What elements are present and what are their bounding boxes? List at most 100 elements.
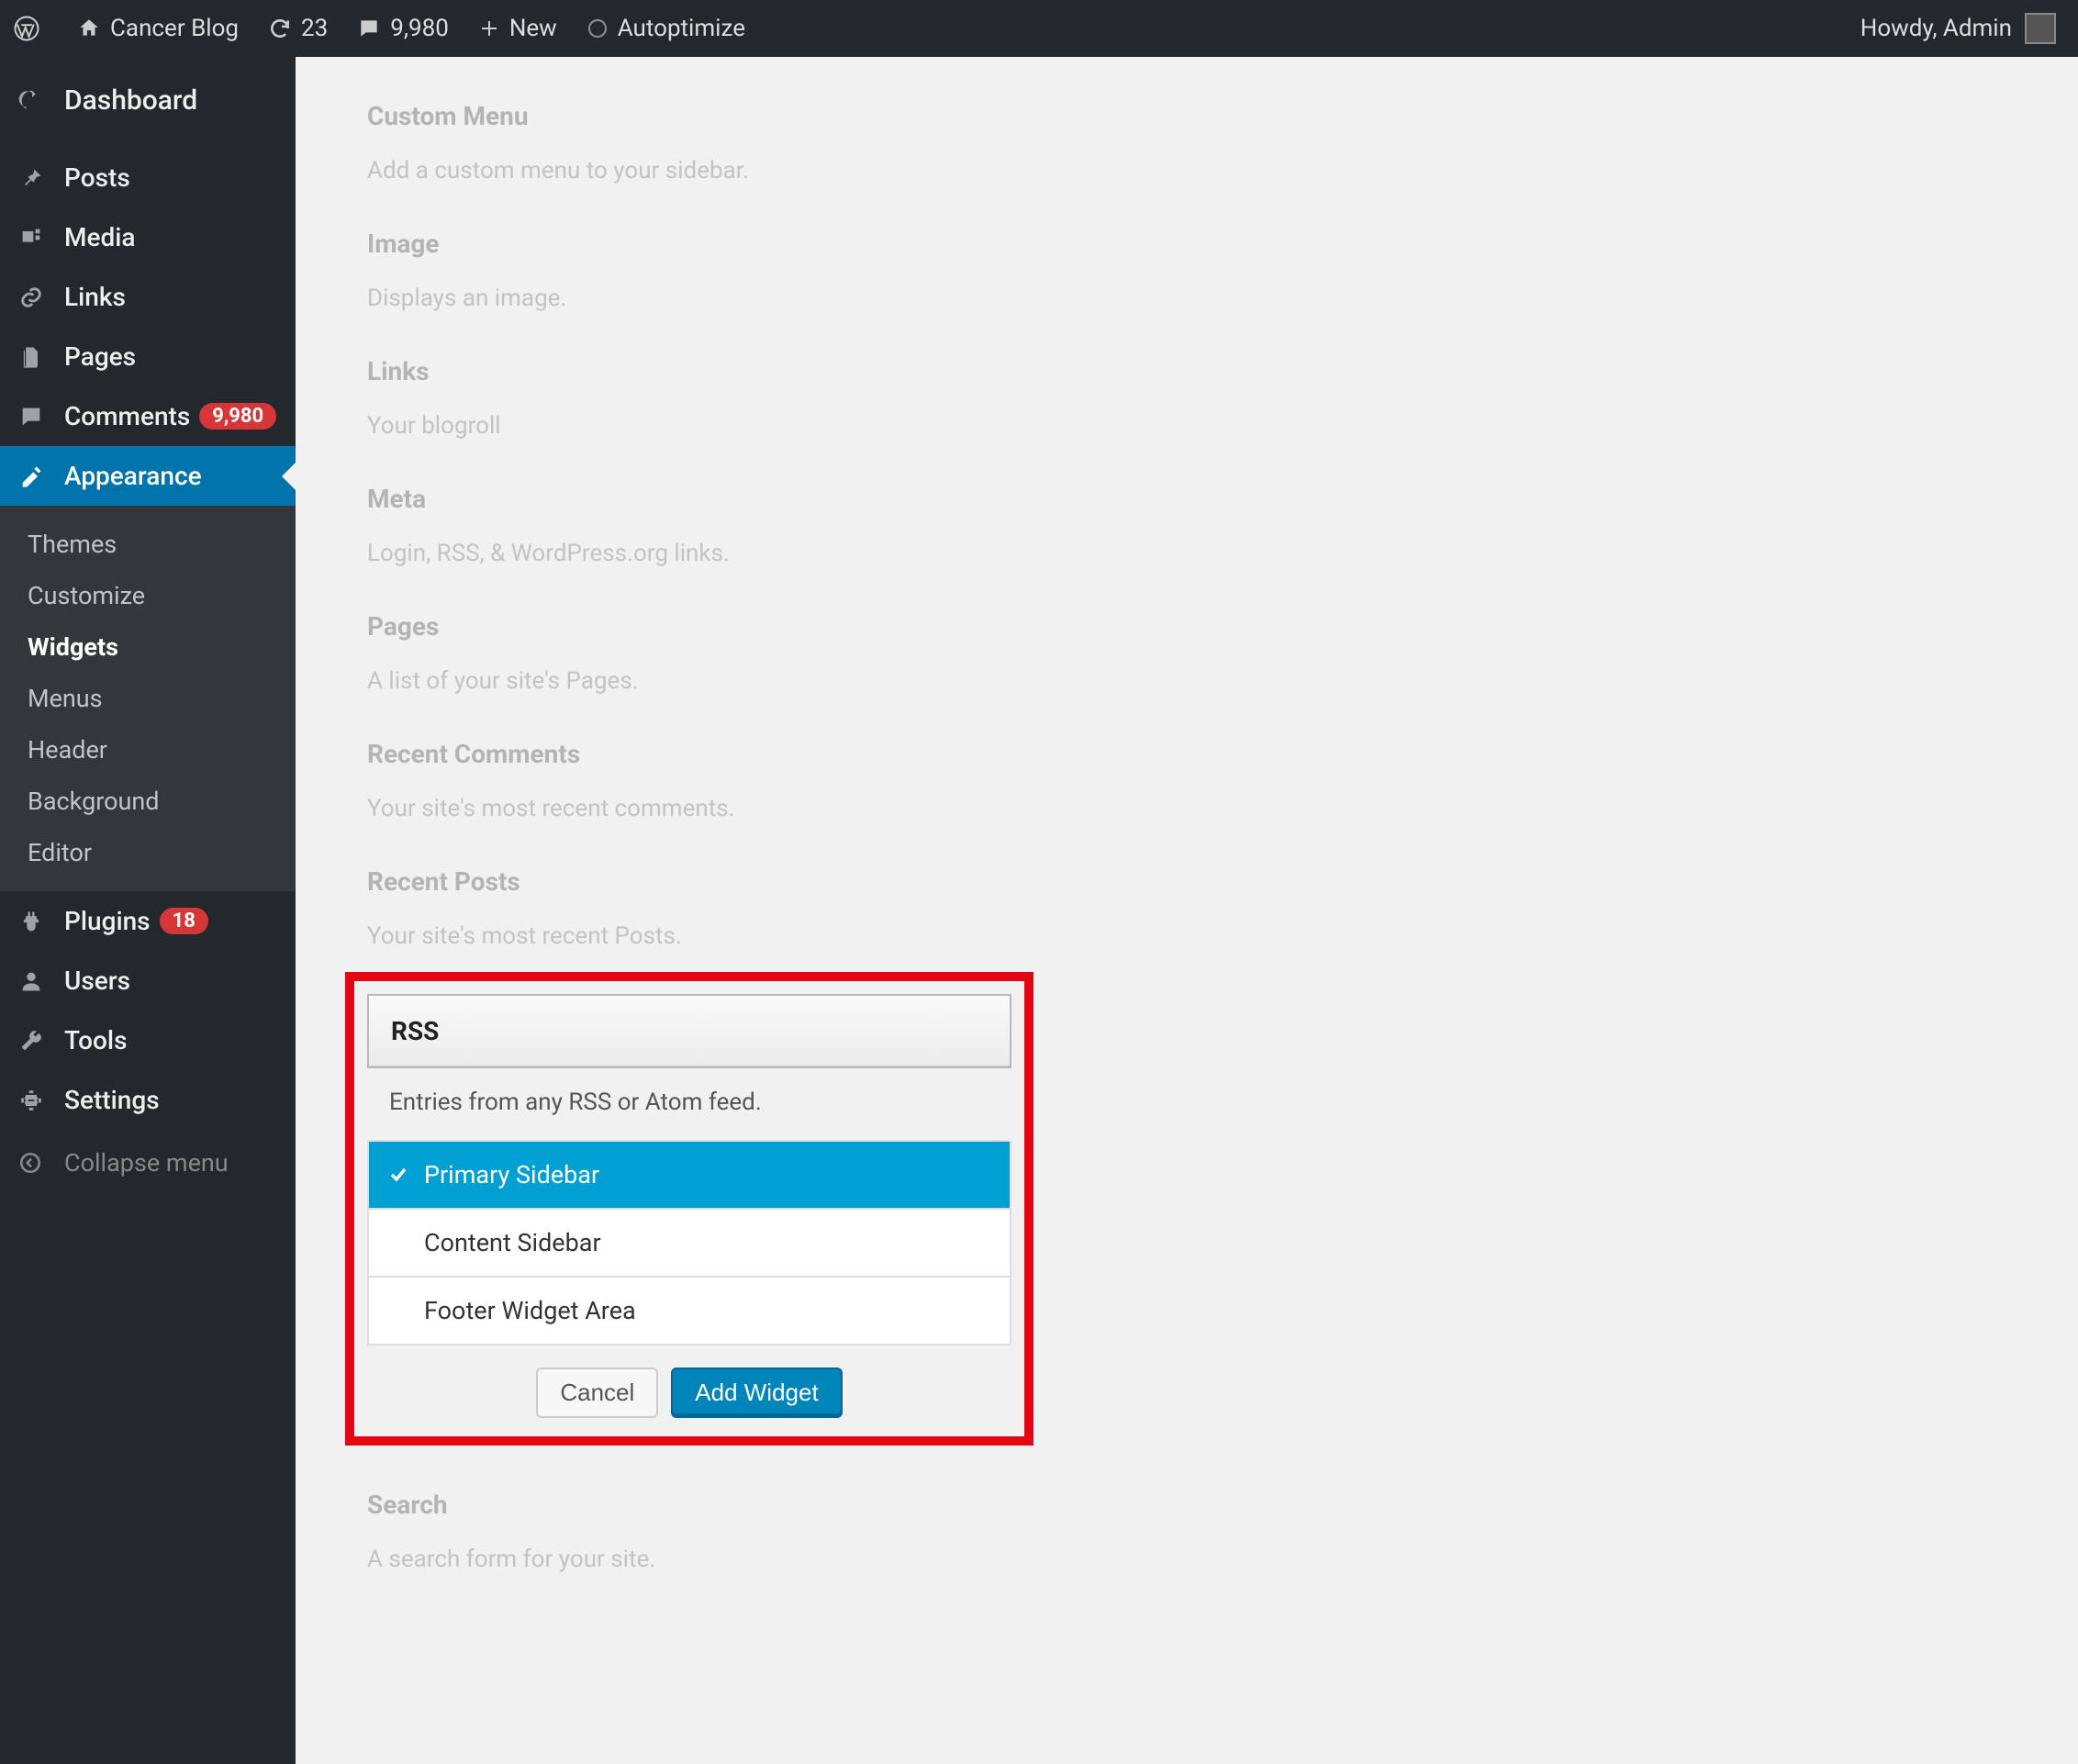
pages-icon (18, 344, 55, 370)
menu-label: Links (64, 282, 126, 312)
menu-label: Settings (64, 1085, 160, 1115)
menu-label: Dashboard (64, 84, 197, 117)
widget-title: Pages (367, 611, 2006, 642)
widget-title: Links (367, 356, 2006, 386)
available-widget[interactable]: SearchA search form for your site. (367, 1490, 2006, 1573)
comments-count: 9,980 (390, 15, 449, 42)
collapse-icon (18, 1151, 55, 1175)
menu-media[interactable]: Media (0, 207, 296, 267)
available-widget[interactable]: LinksYour blogroll (367, 356, 2006, 440)
updates-menu[interactable]: 23 (253, 0, 342, 57)
available-widget[interactable]: Custom Menu Add a custom menu to your sid… (367, 101, 2006, 184)
menu-label: Posts (64, 162, 130, 193)
widget-description: Your site's most recent Posts. (367, 922, 2006, 950)
menu-dashboard[interactable]: Dashboard (0, 57, 296, 148)
comment-icon (18, 404, 55, 430)
menu-tools[interactable]: Tools (0, 1010, 296, 1070)
site-name-menu[interactable]: Cancer Blog (62, 0, 253, 57)
widget-description: Login, RSS, & WordPress.org links. (367, 540, 2006, 567)
widget-rss-chooser: RSS Entries from any RSS or Atom feed. P… (345, 972, 1033, 1446)
menu-label: Appearance (64, 461, 202, 491)
available-widget[interactable]: Image Displays an image. (367, 229, 2006, 312)
submenu-customize[interactable]: Customize (0, 570, 296, 621)
widget-description: A search form for your site. (367, 1546, 2006, 1573)
comments-badge: 9,980 (199, 403, 276, 430)
menu-label: Pages (64, 341, 136, 372)
menu-pages[interactable]: Pages (0, 327, 296, 386)
widget-rss-actions: Cancel Add Widget (367, 1345, 1011, 1423)
submenu-menus[interactable]: Menus (0, 673, 296, 724)
menu-appearance[interactable]: Appearance (0, 446, 296, 506)
admin-toolbar-right: Howdy, Admin (1846, 0, 2071, 57)
submenu-background[interactable]: Background (0, 776, 296, 827)
available-widget[interactable]: Pages A list of your site's Pages. (367, 611, 2006, 695)
submenu-header[interactable]: Header (0, 724, 296, 776)
check-icon (387, 1164, 409, 1186)
autoptimize-menu[interactable]: Autoptimize (572, 0, 760, 57)
widget-description: Displays an image. (367, 285, 2006, 312)
new-content-label: New (509, 15, 557, 42)
available-widget[interactable]: Meta Login, RSS, & WordPress.org links. (367, 484, 2006, 567)
menu-links[interactable]: Links (0, 267, 296, 327)
menu-settings[interactable]: Settings (0, 1070, 296, 1130)
my-account-menu[interactable]: Howdy, Admin (1846, 0, 2071, 57)
sidebar-option-label: Content Sidebar (424, 1228, 601, 1257)
collapse-label: Collapse menu (64, 1148, 229, 1178)
pushpin-icon (18, 165, 55, 191)
widget-title: Meta (367, 484, 2006, 514)
sidebar-option[interactable]: Content Sidebar (369, 1208, 1010, 1276)
menu-users[interactable]: Users (0, 951, 296, 1010)
available-widget[interactable]: Recent Posts Your site's most recent Post… (367, 866, 2006, 950)
appearance-icon (18, 463, 55, 489)
add-widget-button[interactable]: Add Widget (671, 1368, 842, 1418)
autoptimize-icon (587, 17, 609, 39)
widget-rss-header[interactable]: RSS (367, 994, 1011, 1068)
greeting-label: Howdy, Admin (1860, 15, 2012, 42)
comment-icon (357, 17, 381, 40)
submenu-editor[interactable]: Editor (0, 827, 296, 878)
menu-posts[interactable]: Posts (0, 148, 296, 207)
available-widgets-list-after: SearchA search form for your site. (367, 1490, 2006, 1573)
menu-comments[interactable]: Comments 9,980 (0, 386, 296, 446)
admin-toolbar-left: Cancer Blog 23 9,980 New Autoptimize (0, 0, 760, 57)
avatar (2025, 13, 2056, 44)
sidebar-option[interactable]: Primary Sidebar (369, 1142, 1010, 1208)
appearance-submenu: Themes Customize Widgets Menus Header Ba… (0, 506, 296, 891)
widget-title: Image (367, 229, 2006, 259)
submenu-widgets[interactable]: Widgets (0, 621, 296, 673)
media-icon (18, 225, 55, 251)
collapse-menu[interactable]: Collapse menu (0, 1130, 296, 1196)
widget-rss-title: RSS (391, 1016, 439, 1046)
wp-logo-menu[interactable] (0, 0, 62, 57)
new-content-menu[interactable]: New (464, 0, 572, 57)
cancel-button[interactable]: Cancel (536, 1368, 658, 1418)
sidebar-option[interactable]: Footer Widget Area (369, 1276, 1010, 1344)
plugins-icon (18, 909, 55, 934)
home-icon (77, 17, 101, 40)
submenu-themes[interactable]: Themes (0, 519, 296, 570)
admin-sidebar: Dashboard Posts Media Links Pages Commen… (0, 57, 296, 1764)
link-icon (18, 285, 55, 310)
widgets-content: Custom Menu Add a custom menu to your sid… (296, 57, 2078, 1764)
settings-icon (18, 1088, 55, 1113)
sidebar-option-label: Primary Sidebar (424, 1160, 599, 1189)
menu-label: Plugins (64, 906, 151, 936)
menu-label: Media (64, 222, 136, 252)
updates-icon (268, 17, 292, 40)
menu-label: Comments (64, 401, 190, 431)
widget-title: Recent Comments (367, 739, 2006, 769)
site-name-label: Cancer Blog (110, 15, 239, 42)
wordpress-logo-icon (13, 15, 40, 42)
menu-plugins[interactable]: Plugins 18 (0, 891, 296, 951)
sidebar-option-label: Footer Widget Area (424, 1296, 636, 1325)
widget-description: A list of your site's Pages. (367, 667, 2006, 695)
tools-icon (18, 1028, 55, 1054)
widget-title: Recent Posts (367, 866, 2006, 897)
widget-description: Add a custom menu to your sidebar. (367, 157, 2006, 184)
widget-rss-description: Entries from any RSS or Atom feed. (367, 1068, 1011, 1140)
comments-menu[interactable]: 9,980 (342, 0, 464, 57)
available-widget[interactable]: Recent CommentsYour site's most recent c… (367, 739, 2006, 822)
widget-rss-sidebar-options: Primary Sidebar Content Sidebar Footer Wid… (367, 1140, 1011, 1345)
widget-title: Custom Menu (367, 101, 2006, 131)
users-icon (18, 968, 55, 994)
